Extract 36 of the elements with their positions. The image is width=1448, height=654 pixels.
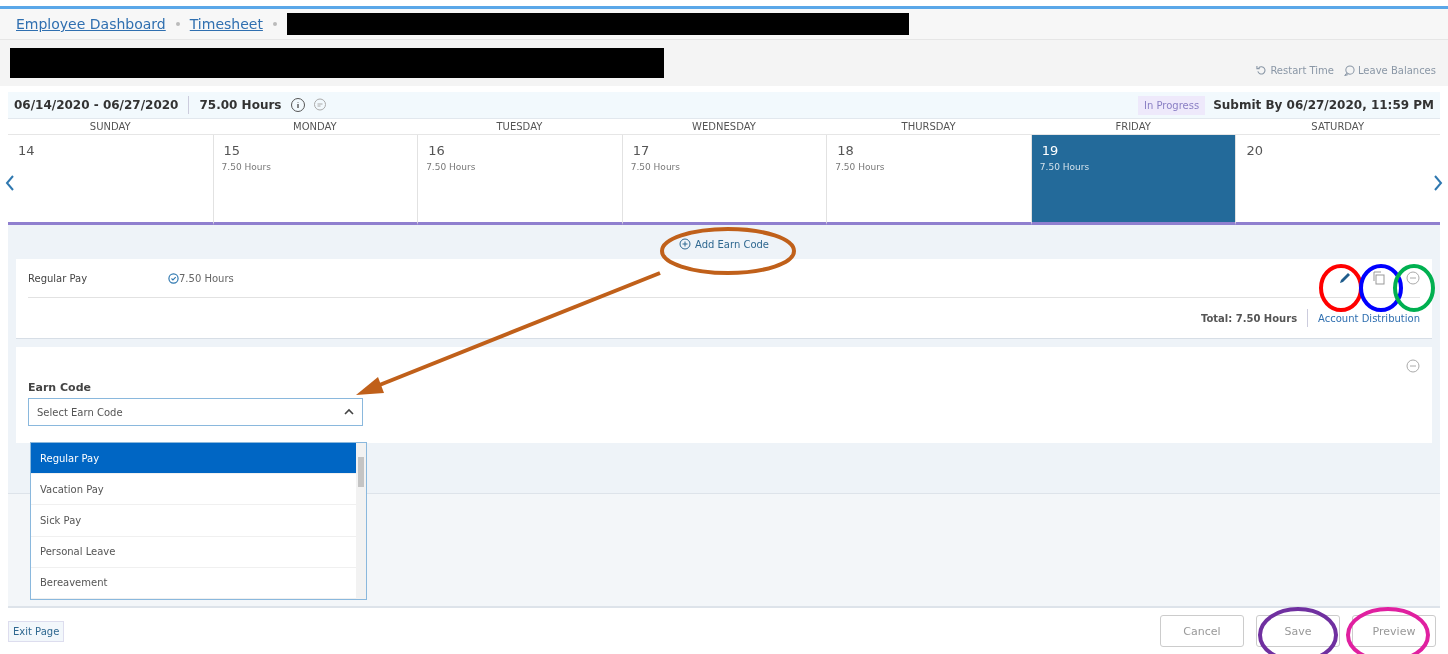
restart-icon [1256, 65, 1268, 76]
breadcrumb-link[interactable]: Employee Dashboard [16, 16, 166, 32]
chat-icon [1343, 65, 1355, 76]
footer-button[interactable]: Cancel [1160, 615, 1244, 647]
copy-button[interactable] [1372, 271, 1386, 285]
status-badge: In Progress [1137, 95, 1206, 115]
edit-button[interactable] [1338, 271, 1352, 285]
caret-icon [344, 408, 354, 416]
total-hours: Total: 7.50 Hours [1200, 312, 1298, 324]
account-distribution-link[interactable]: Account Distribution [1318, 312, 1420, 324]
exit-page-button[interactable]: Exit Page [8, 620, 65, 642]
day-cell[interactable]: 19 7.50 Hours [1030, 135, 1236, 225]
info-icon[interactable] [289, 97, 306, 113]
footer-button[interactable]: Preview [1352, 615, 1436, 647]
field-label: Earn Code [28, 381, 92, 394]
previous-button[interactable] [4, 174, 16, 192]
day-cell[interactable]: 16 7.50 Hours [417, 135, 622, 225]
earn-code-select[interactable]: Select Earn Code [28, 398, 363, 426]
remove-button[interactable] [1406, 359, 1420, 373]
day-cell[interactable]: 20 [1235, 135, 1440, 225]
scrollbar[interactable] [356, 443, 366, 599]
entry-hours: 7.50 Hours [179, 272, 234, 284]
day-cell[interactable]: 17 7.50 Hours [621, 135, 827, 225]
comment-icon[interactable] [311, 97, 328, 113]
dropdown-option[interactable]: Regular Pay [31, 443, 356, 475]
add-earn-code-button[interactable]: Add Earn Code [672, 237, 775, 251]
submit-deadline: Submit By 06/27/2020, 11:59 PM [1213, 98, 1434, 112]
breadcrumb-link[interactable]: Timesheet [189, 16, 263, 32]
period-range: 06/14/2020 - 06/27/2020 [14, 98, 179, 112]
day-cell[interactable]: 15 7.50 Hours [212, 135, 418, 225]
day-cell[interactable]: 18 7.50 Hours [826, 135, 1031, 225]
earn-code-name: Regular Pay [28, 272, 89, 284]
period-hours: 75.00 Hours [199, 98, 282, 112]
remove-button[interactable] [1406, 271, 1420, 285]
plus-icon [678, 238, 691, 250]
next-button[interactable] [1432, 174, 1444, 192]
